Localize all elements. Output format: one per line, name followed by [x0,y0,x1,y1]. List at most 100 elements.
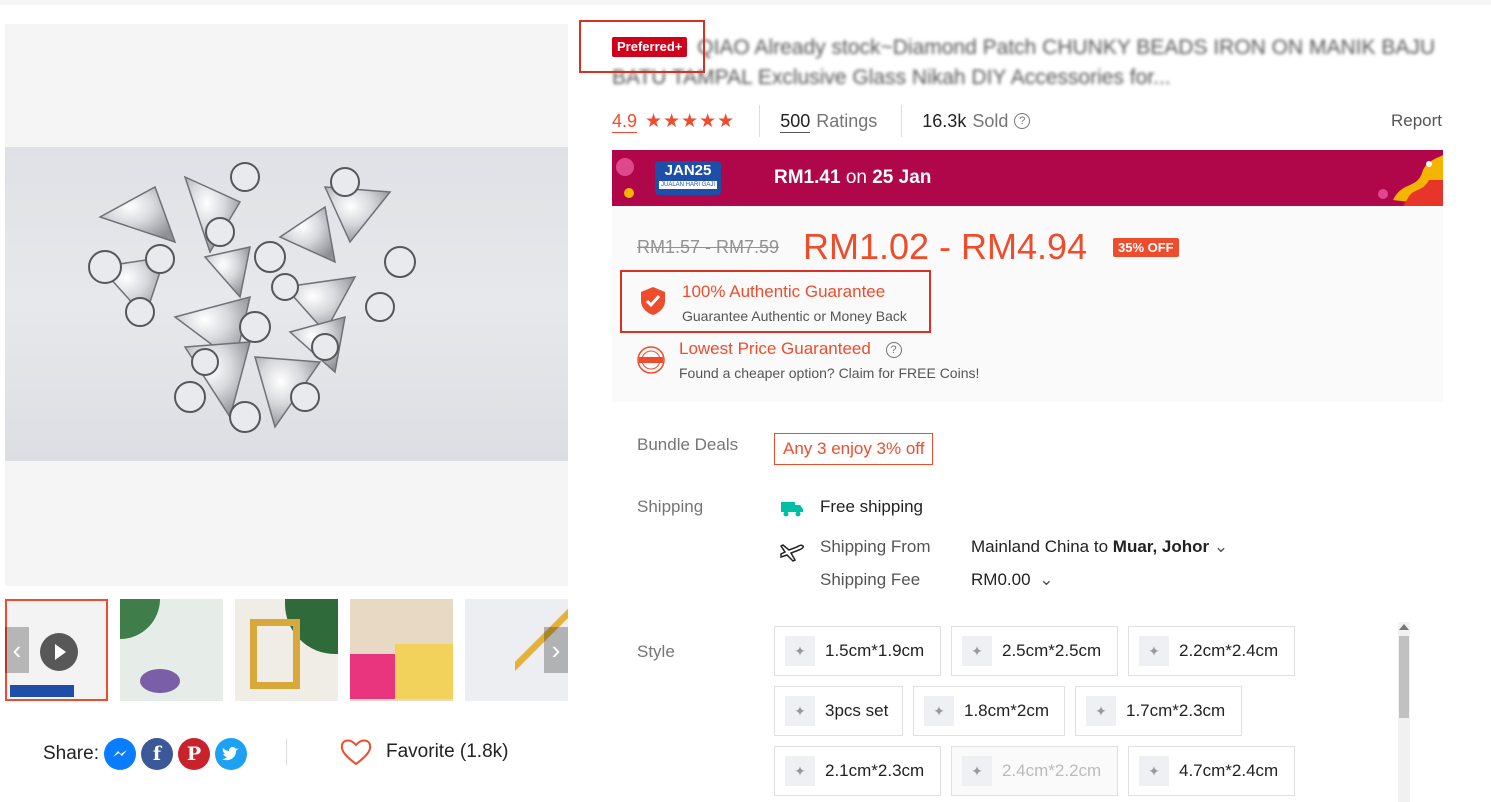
style-option[interactable]: ✦ 2.1cm*2.3cm [774,746,941,796]
campaign-banner[interactable]: JAN25 JUALAN HARI GAJI RM1.41 on 25 Jan [612,150,1443,206]
lowest-price-text: Lowest Price Guaranteed ? Found a cheape… [679,339,979,383]
style-thumbnail-icon: ✦ [924,696,954,726]
bundle-label: Bundle Deals [637,435,739,454]
shipping-fee[interactable]: RM0.00 ⌄ [971,570,1054,590]
original-price: RM1.57 - RM7.59 [637,237,780,257]
thumbnail-next-icon[interactable]: › [544,627,568,673]
divider [759,105,761,137]
share-bar: Share: f P [43,738,247,770]
lowest-price-title-text: Lowest Price Guaranteed [679,339,871,358]
style-thumbnail-icon: ✦ [785,756,815,786]
style-thumbnail-icon: ✦ [785,696,815,726]
thumbnail-prev-icon[interactable]: ‹ [5,627,29,673]
style-thumbnail-icon: ✦ [962,636,992,666]
sold-label: Sold [972,110,1009,131]
campaign-text: RM1.41 on 25 Jan [774,167,931,189]
shipping-from-label: Shipping From [820,537,931,556]
style-option[interactable]: ✦ 2.5cm*2.5cm [951,626,1118,676]
facebook-icon[interactable]: f [140,738,173,770]
rating-score[interactable]: 4.9 [612,110,638,133]
style-thumbnail-icon: ✦ [1086,696,1116,726]
pinterest-icon[interactable]: P [177,738,210,770]
shipping-destination: Muar, Johor [1112,537,1210,556]
style-option-label: 1.7cm*2.3cm [1126,701,1226,720]
share-label: Share: [43,743,99,764]
highlight-box-badge [579,20,705,73]
rating-stars-icon: ★★★★★ [645,110,736,132]
rating-row: 4.9 ★★★★★ 500 Ratings 16.3k Sold ? Repor… [612,105,1442,137]
style-option[interactable]: ✦ 1.8cm*2cm [913,686,1065,736]
shipping-fee-label: Shipping Fee [820,570,921,589]
scroll-up-icon[interactable] [1399,624,1409,630]
style-option-label: 2.1cm*2.3cm [825,761,925,780]
messenger-icon[interactable] [103,738,136,770]
shipping-route[interactable]: Mainland China to Muar, Johor ⌄ [971,537,1228,557]
campaign-badge: JAN25 JUALAN HARI GAJI [655,161,721,195]
thumbnail-3[interactable] [235,599,338,701]
style-option[interactable]: ✦ 1.7cm*2.3cm [1075,686,1242,736]
style-option-label: 4.7cm*2.4cm [1179,761,1279,780]
airplane-icon [779,544,804,562]
heart-icon [340,739,372,766]
campaign-date: 25 Jan [872,167,932,188]
report-link[interactable]: Report [1391,111,1442,131]
style-option-label: 2.5cm*2.5cm [1002,641,1102,660]
style-option[interactable]: ✦ 4.7cm*2.4cm [1128,746,1295,796]
dragon-icon [1378,155,1443,206]
shipping-origin: Mainland China [971,537,1090,556]
lowest-price-subtitle: Found a cheaper option? Claim for FREE C… [679,365,980,381]
chevron-down-icon: ⌄ [1039,570,1054,589]
help-icon[interactable]: ? [1014,113,1031,129]
sold-count: 16.3k [922,110,967,131]
style-thumbnail-icon: ✦ [1139,636,1169,666]
thumbnail-2[interactable] [120,599,223,701]
style-option-label: 2.2cm*2.4cm [1179,641,1279,660]
leaf-decor [120,599,160,639]
scrollbar-thumb[interactable] [1399,636,1409,718]
style-option-disabled: ✦ 2.4cm*2.2cm [951,746,1118,796]
guaranteed-stamp-icon [637,346,665,374]
lowest-price-title: Lowest Price Guaranteed ? [679,339,979,359]
free-shipping-text: Free shipping [820,497,924,516]
current-price: RM1.02 - RM4.94 [803,226,1088,267]
lowest-price-guarantee[interactable]: Lowest Price Guaranteed ? Found a cheape… [636,339,979,383]
product-photo [5,147,568,461]
yellow-bag [395,644,453,699]
campaign-strip [10,685,74,697]
shipping-to-word: to [1093,537,1109,556]
flower-decor [140,669,180,693]
style-option-label: 1.8cm*2cm [964,701,1050,720]
favorite-label: Favorite (1.8k) [386,741,509,762]
style-thumbnail-icon: ✦ [1139,756,1169,786]
main-product-image[interactable] [5,24,568,586]
shipping-label: Shipping [637,497,704,516]
style-option[interactable]: ✦ 3pcs set [774,686,903,736]
product-title: Preferred+ QIAO Already stock~Diamond Pa… [612,33,1442,93]
bundle-deal-tag[interactable]: Any 3 enjoy 3% off [774,433,934,465]
divider [901,105,903,137]
style-label: Style [637,642,675,661]
style-option[interactable]: ✦ 2.2cm*2.4cm [1128,626,1295,676]
campaign-badge-sub: JUALAN HARI GAJI [659,181,717,189]
product-page: ‹ › Share: f P Favorite (1.8k) Preferred… [0,5,1491,802]
gold-frame [250,619,300,689]
chevron-down-icon: ⌄ [1213,537,1229,556]
play-icon[interactable] [40,633,78,671]
campaign-badge-main: JAN25 [664,162,712,179]
style-option-label: 3pcs set [825,701,889,720]
twitter-icon[interactable] [214,738,247,770]
style-scrollbar[interactable] [1398,622,1410,802]
style-thumbnail-icon: ✦ [785,636,815,666]
help-icon[interactable]: ? [885,342,902,358]
ratings-label: Ratings [816,110,878,131]
free-shipping-truck-icon [781,502,803,517]
rhinestone-patch-illustration [88,162,416,433]
favorite-button[interactable]: Favorite (1.8k) [340,738,508,766]
ratings-count[interactable]: 500 [780,110,811,133]
discount-badge: 35% OFF [1113,238,1179,257]
campaign-price: RM1.41 [774,167,841,188]
pink-fabric [350,654,400,699]
highlight-box-guarantee [620,270,931,333]
thumbnail-4[interactable] [350,599,453,701]
style-option[interactable]: ✦ 1.5cm*1.9cm [774,626,941,676]
